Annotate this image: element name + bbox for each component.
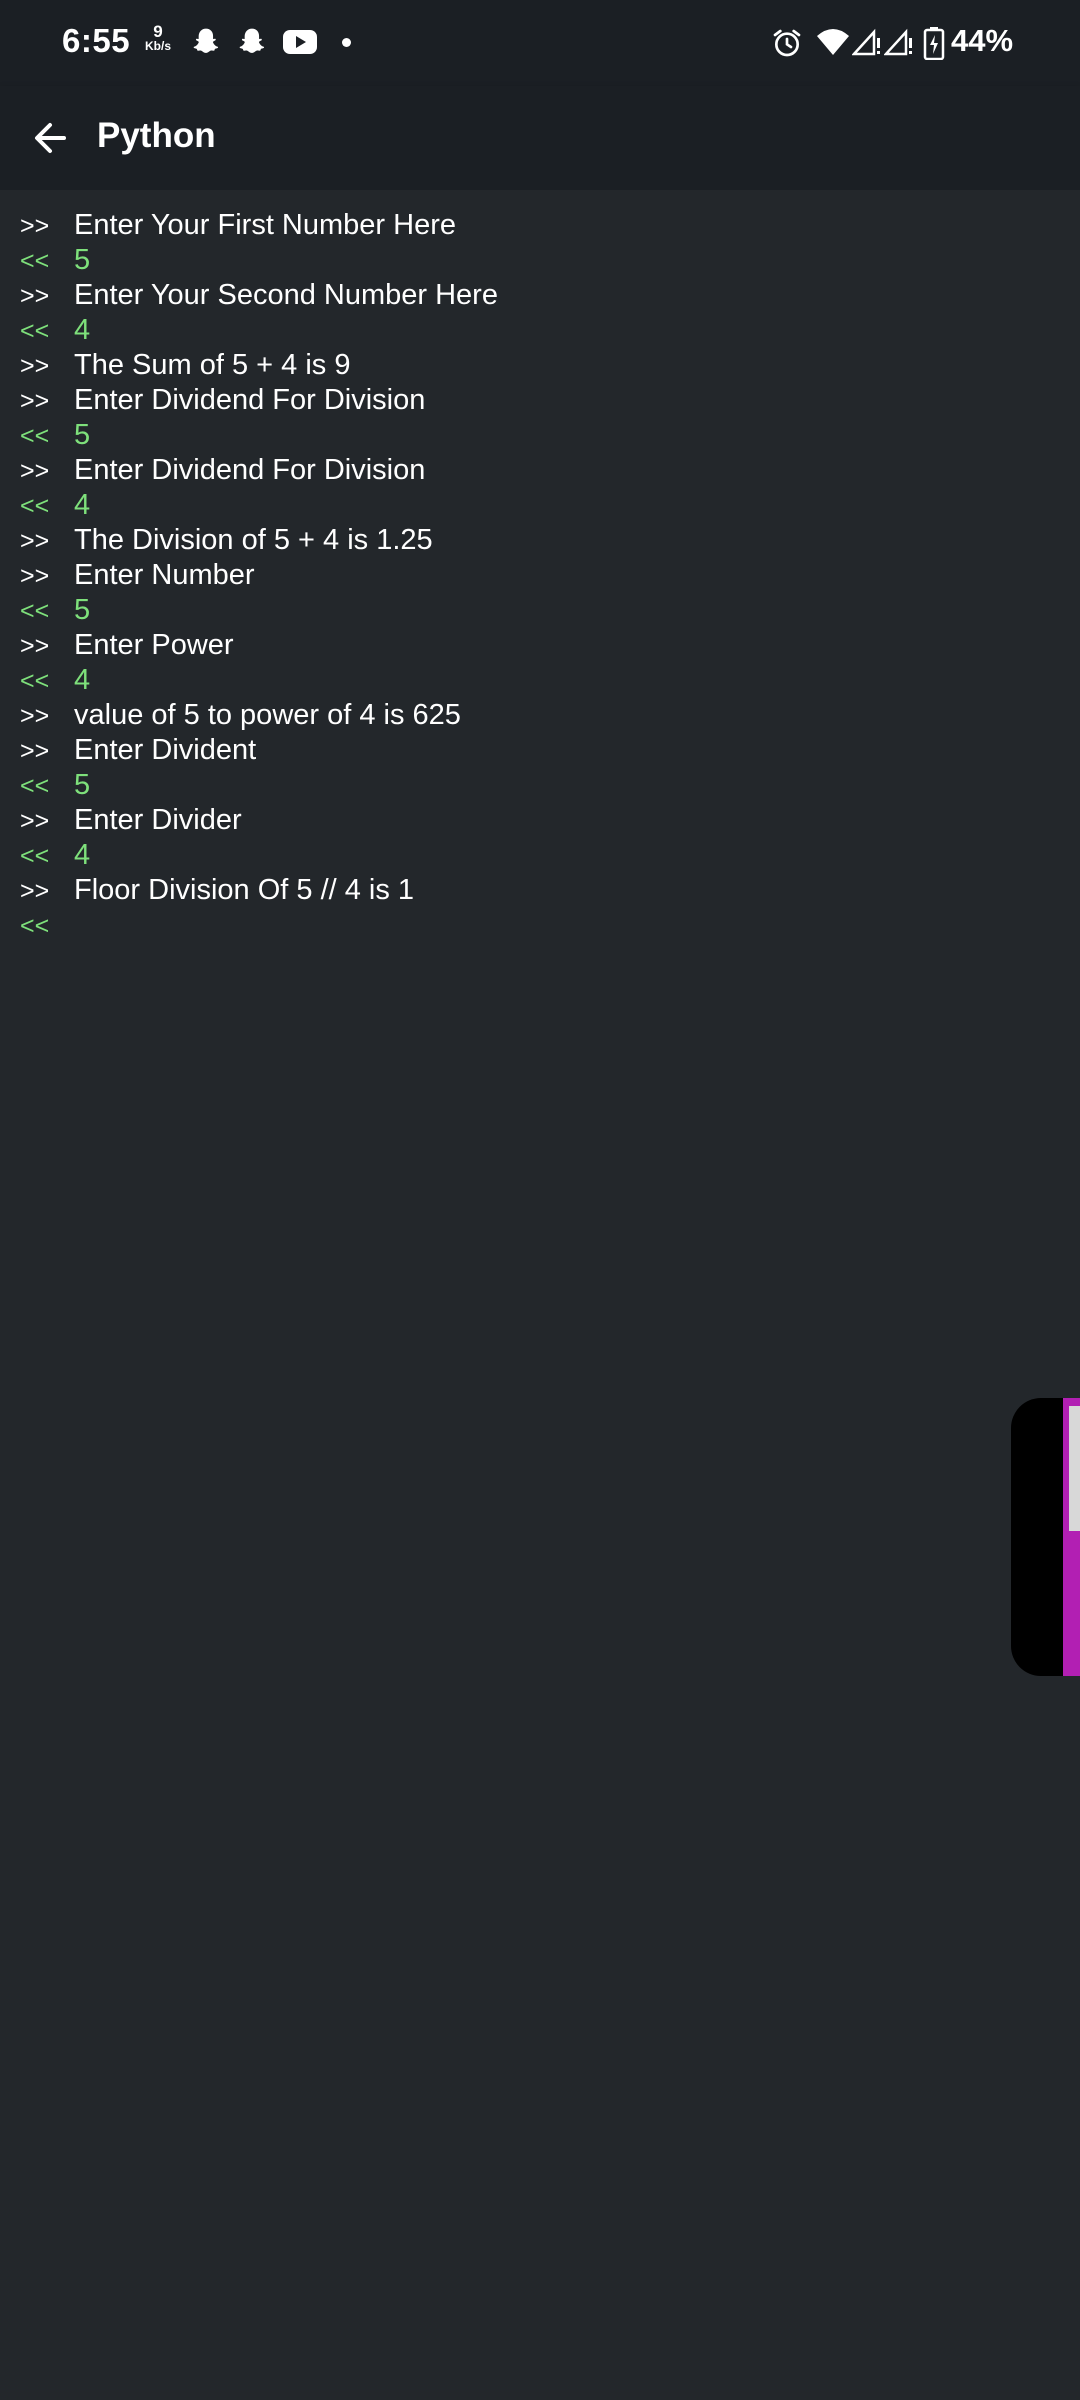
arrow-left-icon bbox=[35, 123, 66, 153]
input-prompt: << bbox=[20, 247, 50, 275]
input-prompt: << bbox=[20, 317, 50, 345]
console-output-line: >> Enter Dividend For Division bbox=[20, 383, 498, 418]
console-input-line: << 5 bbox=[20, 418, 498, 453]
console-line-text: Floor Division Of 5 // 4 is 1 bbox=[74, 874, 415, 906]
youtube-icon bbox=[283, 30, 317, 54]
console-line-text: 4 bbox=[74, 839, 91, 871]
signal-icon bbox=[884, 28, 912, 56]
output-prompt: >> bbox=[20, 562, 50, 590]
input-prompt: << bbox=[20, 772, 50, 800]
console-input-line: << 4 bbox=[20, 488, 498, 523]
console-line-text: Enter Divident bbox=[74, 734, 257, 766]
network-speed-unit: Kb/s bbox=[144, 39, 171, 53]
input-prompt: << bbox=[20, 422, 50, 450]
console-line-text: Enter Number bbox=[74, 559, 255, 591]
snapchat-icon bbox=[239, 28, 265, 53]
console-line-text: Enter Divider bbox=[74, 804, 242, 836]
console-input-line: << 4 bbox=[20, 838, 498, 873]
console-output-line: >> Enter Dividend For Division bbox=[20, 453, 498, 488]
console-line-text: value of 5 to power of 4 is 625 bbox=[74, 699, 461, 731]
console-output-line: >> Enter Number bbox=[20, 558, 498, 593]
output-prompt: >> bbox=[20, 632, 50, 660]
console-line-text: 4 bbox=[74, 664, 91, 696]
console-output-line: >> Floor Division Of 5 // 4 is 1 bbox=[20, 873, 498, 908]
console-output-line: >> The Division of 5 + 4 is 1.25 bbox=[20, 523, 498, 558]
console-line-text: 5 bbox=[74, 769, 91, 801]
network-speed: 9 Kb/s bbox=[140, 22, 176, 54]
console-output-line: >> value of 5 to power of 4 is 625 bbox=[20, 698, 498, 733]
signal-icon bbox=[852, 28, 880, 56]
network-speed-value: 9 bbox=[153, 22, 163, 41]
alarm-icon bbox=[773, 29, 801, 57]
status-bar: 6:55 9 Kb/s 44% bbox=[0, 0, 1080, 86]
output-prompt: >> bbox=[20, 457, 50, 485]
output-prompt: >> bbox=[20, 282, 50, 310]
wifi-icon bbox=[817, 29, 849, 55]
battery-charging-icon bbox=[923, 27, 945, 60]
output-prompt: >> bbox=[20, 212, 50, 240]
console-output-line: >> Enter Divident bbox=[20, 733, 498, 768]
back-button[interactable] bbox=[24, 112, 76, 164]
console-output[interactable]: >> Enter Your First Number Here << 5 >> Enter… bbox=[0, 190, 1080, 2400]
output-prompt: >> bbox=[20, 352, 50, 380]
input-prompt: << bbox=[20, 912, 50, 940]
console-line-text: The Sum of 5 + 4 is 9 bbox=[74, 349, 351, 381]
console-line-text: 5 bbox=[74, 419, 91, 451]
status-time: 6:55 bbox=[62, 22, 131, 59]
console-log: >> Enter Your First Number Here << 5 >> Enter… bbox=[20, 208, 498, 943]
console-output-line: >> Enter Power bbox=[20, 628, 498, 663]
console-line-text: Enter Power bbox=[74, 629, 234, 661]
app-bar: Python bbox=[0, 86, 1080, 190]
input-prompt: << bbox=[20, 597, 50, 625]
more-notifications-dot bbox=[342, 38, 351, 47]
console-input-line: << bbox=[20, 908, 498, 943]
console-line-text: 4 bbox=[74, 314, 91, 346]
console-input-line: << 4 bbox=[20, 663, 498, 698]
console-line-text: Enter Dividend For Division bbox=[74, 454, 426, 486]
console-line-text: The Division of 5 + 4 is 1.25 bbox=[74, 524, 433, 556]
console-line-text: 5 bbox=[74, 594, 91, 626]
console-line-text: 5 bbox=[74, 244, 91, 276]
page-title: Python bbox=[97, 116, 216, 155]
input-prompt: << bbox=[20, 492, 50, 520]
console-input-line: << 5 bbox=[20, 593, 498, 628]
output-prompt: >> bbox=[20, 737, 50, 765]
output-prompt: >> bbox=[20, 877, 50, 905]
console-output-line: >> Enter Divider bbox=[20, 803, 498, 838]
console-input-line: << 4 bbox=[20, 313, 498, 348]
output-prompt: >> bbox=[20, 527, 50, 555]
output-prompt: >> bbox=[20, 387, 50, 415]
console-input-line: << 5 bbox=[20, 768, 498, 803]
console-line-text: 4 bbox=[74, 489, 91, 521]
snapchat-icon bbox=[193, 28, 219, 53]
output-prompt: >> bbox=[20, 807, 50, 835]
console-line-text: Enter Your Second Number Here bbox=[74, 279, 498, 311]
console-output-line: >> Enter Your Second Number Here bbox=[20, 278, 498, 313]
input-prompt: << bbox=[20, 667, 50, 695]
battery-percentage: 44% bbox=[951, 23, 1014, 58]
console-line-text: Enter Dividend For Division bbox=[74, 384, 426, 416]
console-output-line: >> The Sum of 5 + 4 is 9 bbox=[20, 348, 498, 383]
console-output-line: >> Enter Your First Number Here bbox=[20, 208, 498, 243]
pip-video-frame bbox=[1069, 1406, 1080, 1531]
output-prompt: >> bbox=[20, 702, 50, 730]
picture-in-picture-window[interactable] bbox=[1011, 1398, 1080, 1676]
input-prompt: << bbox=[20, 842, 50, 870]
console-line-text: Enter Your First Number Here bbox=[74, 209, 456, 241]
console-input-line: << 5 bbox=[20, 243, 498, 278]
